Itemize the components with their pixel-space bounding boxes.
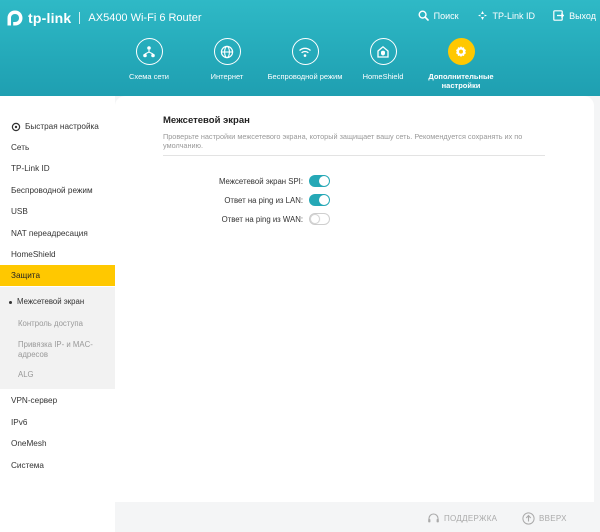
sidebar-item-onemesh[interactable]: OneMesh (0, 433, 115, 454)
ping-lan-toggle[interactable] (309, 194, 330, 206)
sidebar-item-vpn[interactable]: VPN-сервер (0, 390, 115, 411)
nav-network-map-label: Схема сети (129, 72, 169, 81)
main-nav: Схема сети Интернет Беспроводной режим H… (110, 38, 500, 90)
sidebar-item-label: Защита (11, 271, 41, 280)
back-to-top-link[interactable]: ВВЕРХ (522, 512, 567, 525)
user-id-icon (477, 11, 487, 20)
tplink-id-link[interactable]: TP-Link ID (477, 10, 536, 21)
search-link[interactable]: Поиск (418, 10, 459, 21)
sidebar-sub-access-control[interactable]: Контроль доступа (0, 319, 115, 329)
nav-network-map-circle (135, 38, 163, 65)
tplink-logo-icon (6, 9, 24, 27)
nav-internet-label: Интернет (210, 72, 244, 81)
sidebar-item-quick-setup[interactable]: Быстрая настройка (0, 116, 115, 137)
support-label: ПОДДЕРЖКА (444, 514, 498, 523)
logout-link[interactable]: Выход (553, 10, 596, 21)
setting-row-ping-wan: Ответ на ping из WAN: (115, 212, 330, 226)
sidebar-item-label: NAT переадресация (11, 229, 88, 238)
sidebar-item-network[interactable]: Сеть (0, 137, 115, 158)
sidebar-item-system[interactable]: Система (0, 455, 115, 476)
sidebar-item-label: OneMesh (11, 439, 47, 448)
sidebar-sub-label: Межсетевой экран (17, 297, 85, 306)
nav-internet-circle (213, 38, 241, 65)
gear-icon (456, 45, 466, 57)
active-dot-icon (9, 300, 12, 304)
sidebar-item-label: Беспроводной режим (11, 186, 93, 195)
sidebar-item-label: HomeShield (11, 250, 56, 259)
sidebar-item-label: Быстрая настройка (25, 122, 99, 131)
sidebar-item-label: VPN-сервер (11, 396, 58, 405)
homeshield-icon (377, 45, 389, 58)
logout-icon (553, 10, 565, 21)
globe-icon (220, 45, 234, 58)
sidebar-item-tplink-id[interactable]: TP-Link ID (0, 158, 115, 179)
sidebar-sub-firewall[interactable]: Межсетевой экран (0, 297, 115, 307)
nav-wireless-circle (291, 38, 319, 65)
sidebar-sub-ip-mac-binding[interactable]: Привязка IP- и MAC-адресов (0, 340, 100, 360)
nav-advanced-circle (447, 38, 475, 65)
toggle-knob (310, 214, 320, 224)
sidebar-item-label: Сеть (11, 143, 30, 152)
sidebar-item-label: USB (11, 207, 28, 216)
logout-link-label: Выход (569, 10, 596, 21)
sidebar-item-label: Система (11, 461, 44, 470)
ping-wan-toggle[interactable] (309, 213, 330, 225)
nav-internet[interactable]: Интернет (188, 38, 266, 90)
brand: tp-link AX5400 Wi-Fi 6 Router (6, 8, 202, 28)
search-link-label: Поиск (433, 10, 459, 21)
content-panel: Межсетевой экран Проверьте настройки меж… (115, 96, 594, 502)
nav-homeshield[interactable]: HomeShield (344, 38, 422, 90)
sidebar: Быстрая настройка Сеть TP-Link ID Беспро… (0, 96, 115, 532)
headset-icon (428, 513, 439, 523)
tplink-id-link-label: TP-Link ID (492, 10, 536, 21)
network-map-icon (143, 45, 155, 57)
sidebar-sub-label: Контроль доступа (18, 319, 83, 328)
model-name: AX5400 Wi-Fi 6 Router (88, 12, 202, 24)
sidebar-sub-label: Привязка IP- и MAC-адресов (18, 340, 93, 359)
toggle-knob (319, 195, 329, 205)
top-header: tp-link AX5400 Wi-Fi 6 Router Поиск TP-L… (0, 0, 600, 96)
sidebar-item-wireless[interactable]: Беспроводной режим (0, 180, 115, 201)
page-description: Проверьте настройки межсетевого экрана, … (163, 132, 523, 150)
sidebar-item-label: IPv6 (11, 418, 28, 427)
page-title: Межсетевой экран (163, 115, 250, 126)
nav-wireless[interactable]: Беспроводной режим (266, 38, 344, 90)
sidebar-sub-alg[interactable]: ALG (0, 370, 115, 380)
sidebar-item-usb[interactable]: USB (0, 201, 115, 222)
setting-row-ping-lan: Ответ на ping из LAN: (115, 193, 330, 207)
nav-network-map[interactable]: Схема сети (110, 38, 188, 90)
search-icon (418, 10, 429, 21)
sidebar-item-ipv6[interactable]: IPv6 (0, 412, 115, 433)
wifi-icon (299, 47, 311, 57)
toggle-knob (319, 176, 329, 186)
top-links: Поиск TP-Link ID Выход (400, 10, 596, 21)
top-label: ВВЕРХ (539, 514, 567, 523)
footer: ПОДДЕРЖКА ВВЕРХ (115, 502, 600, 532)
setting-label: Ответ на ping из LAN: (224, 195, 303, 205)
section-divider (163, 155, 545, 156)
spi-firewall-toggle[interactable] (309, 175, 330, 187)
nav-homeshield-circle (369, 38, 397, 65)
setting-label: Межсетевой экран SPI: (218, 176, 303, 186)
nav-advanced[interactable]: Дополнительные настройки (422, 38, 500, 90)
sidebar-item-nat[interactable]: NAT переадресация (0, 223, 115, 244)
brand-divider (79, 12, 81, 24)
support-link[interactable]: ПОДДЕРЖКА (427, 512, 497, 525)
quick-setup-icon (11, 122, 21, 131)
sidebar-item-security[interactable]: Защита (0, 265, 115, 286)
setting-row-spi: Межсетевой экран SPI: (115, 174, 330, 188)
sidebar-item-homeshield[interactable]: HomeShield (0, 244, 115, 265)
sidebar-sub-label: ALG (18, 370, 34, 379)
nav-homeshield-label: HomeShield (362, 72, 404, 81)
nav-advanced-label: Дополнительные настройки (428, 72, 494, 90)
arrow-up-icon (522, 512, 535, 525)
nav-wireless-label: Беспроводной режим (267, 72, 343, 81)
setting-label: Ответ на ping из WAN: (221, 214, 303, 224)
brand-name: tp-link (28, 10, 72, 26)
sidebar-item-label: TP-Link ID (11, 164, 50, 173)
